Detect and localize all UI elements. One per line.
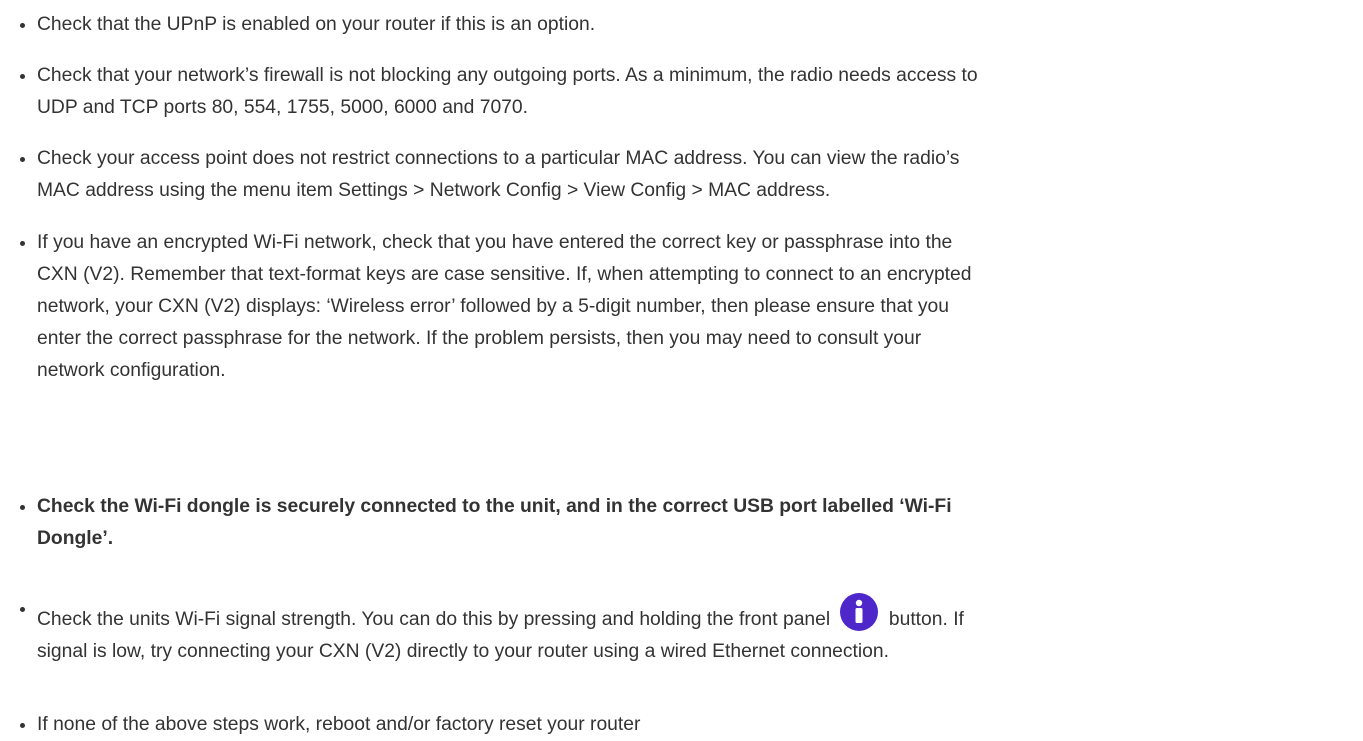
- list-item-text: Check that the UPnP is enabled on your r…: [37, 14, 596, 35]
- info-icon: [839, 593, 878, 631]
- bullet: [20, 723, 25, 728]
- list-item: Check the units Wi-Fi signal strength. Y…: [0, 593, 964, 668]
- bullet: [20, 241, 25, 246]
- list-item-line: network configuration.: [37, 360, 226, 381]
- bullet: [20, 23, 25, 28]
- bullet: [20, 157, 25, 162]
- list-item-line: network, your CXN (V2) displays: ‘Wirele…: [37, 296, 949, 317]
- list-item-line: MAC address using the menu item Settings…: [37, 180, 831, 201]
- list-item-text: Check the units Wi-Fi signal strength. Y…: [37, 609, 831, 630]
- list-item: Check your access point does not restric…: [0, 143, 959, 207]
- list-item-highlighted: Check the Wi-Fi dongle is securely conne…: [0, 491, 952, 555]
- list-item-line: Check that your network’s firewall is no…: [37, 65, 978, 86]
- list-item-line: Check the units Wi-Fi signal strength. Y…: [37, 593, 964, 636]
- list-item-line: Check the Wi-Fi dongle is securely conne…: [37, 496, 952, 517]
- bullet: [20, 74, 25, 79]
- list-item: If none of the above steps work, reboot …: [0, 709, 640, 741]
- list-item-line: UDP and TCP ports 80, 554, 1755, 5000, 6…: [37, 97, 528, 118]
- list-item-line: If you have an encrypted Wi-Fi network, …: [37, 232, 953, 253]
- list-item: If you have an encrypted Wi-Fi network, …: [0, 227, 972, 387]
- list-item-text: button. If: [888, 609, 964, 630]
- list-item-line: Dongle’.: [37, 528, 114, 549]
- list-item: Check that the UPnP is enabled on your r…: [0, 9, 595, 41]
- list-item-line: CXN (V2). Remember that text-format keys…: [37, 264, 972, 285]
- bullet: [20, 505, 25, 510]
- list-item: Check that your network’s firewall is no…: [0, 60, 978, 124]
- bullet: [20, 607, 25, 612]
- list-item-line: signal is low, try connecting your CXN (…: [37, 641, 889, 662]
- list-item-line: Check your access point does not restric…: [37, 148, 960, 169]
- list-item-line: enter the correct passphrase for the net…: [37, 328, 922, 349]
- list-item-text: If none of the above steps work, reboot …: [37, 714, 641, 735]
